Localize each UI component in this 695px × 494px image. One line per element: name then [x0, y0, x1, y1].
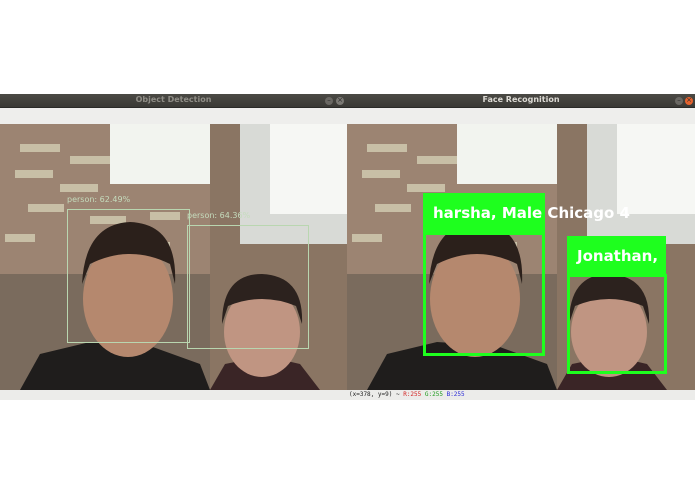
- minimize-icon[interactable]: –: [325, 96, 333, 105]
- window-title: Object Detection: [135, 95, 212, 104]
- video-frame: person: 62.49% person: 64.36%: [0, 124, 347, 390]
- toolbar: [347, 108, 695, 124]
- statusbar: (x=378, y=9) ~ R:255 G:255 B:255: [347, 390, 695, 400]
- video-frame: harsha, Male Chicago 4 Jonathan,: [347, 124, 695, 390]
- pixel-readout: (x=378, y=9) ~ R:255 G:255 B:255: [349, 390, 465, 400]
- close-icon[interactable]: ×: [336, 96, 344, 105]
- close-icon[interactable]: ×: [685, 96, 693, 105]
- coords-text: (x=378, y=9) ~: [349, 391, 400, 398]
- detection-box: [67, 209, 190, 343]
- toolbar: [0, 108, 347, 124]
- titlebar[interactable]: Face Recognition – ×: [347, 94, 695, 108]
- face-box: [423, 232, 545, 356]
- detection-label: person: 64.36%: [187, 211, 251, 220]
- detection-box: [187, 225, 309, 349]
- face-label: Jonathan,: [567, 236, 666, 276]
- object-detection-window: Object Detection – × person: 62.49% pers…: [0, 94, 347, 400]
- blue-value: B:255: [446, 391, 465, 398]
- statusbar: [0, 390, 347, 400]
- green-value: G:255: [424, 391, 443, 398]
- red-value: R:255: [403, 391, 422, 398]
- face-box: [567, 274, 667, 374]
- minimize-icon[interactable]: –: [675, 96, 683, 105]
- detection-label: person: 62.49%: [67, 195, 131, 204]
- face-label: harsha, Male Chicago 4: [423, 193, 630, 233]
- titlebar[interactable]: Object Detection – ×: [0, 94, 347, 108]
- face-recognition-window: Face Recognition – × harsha, Male Chicag…: [347, 94, 695, 400]
- window-title: Face Recognition: [482, 95, 560, 104]
